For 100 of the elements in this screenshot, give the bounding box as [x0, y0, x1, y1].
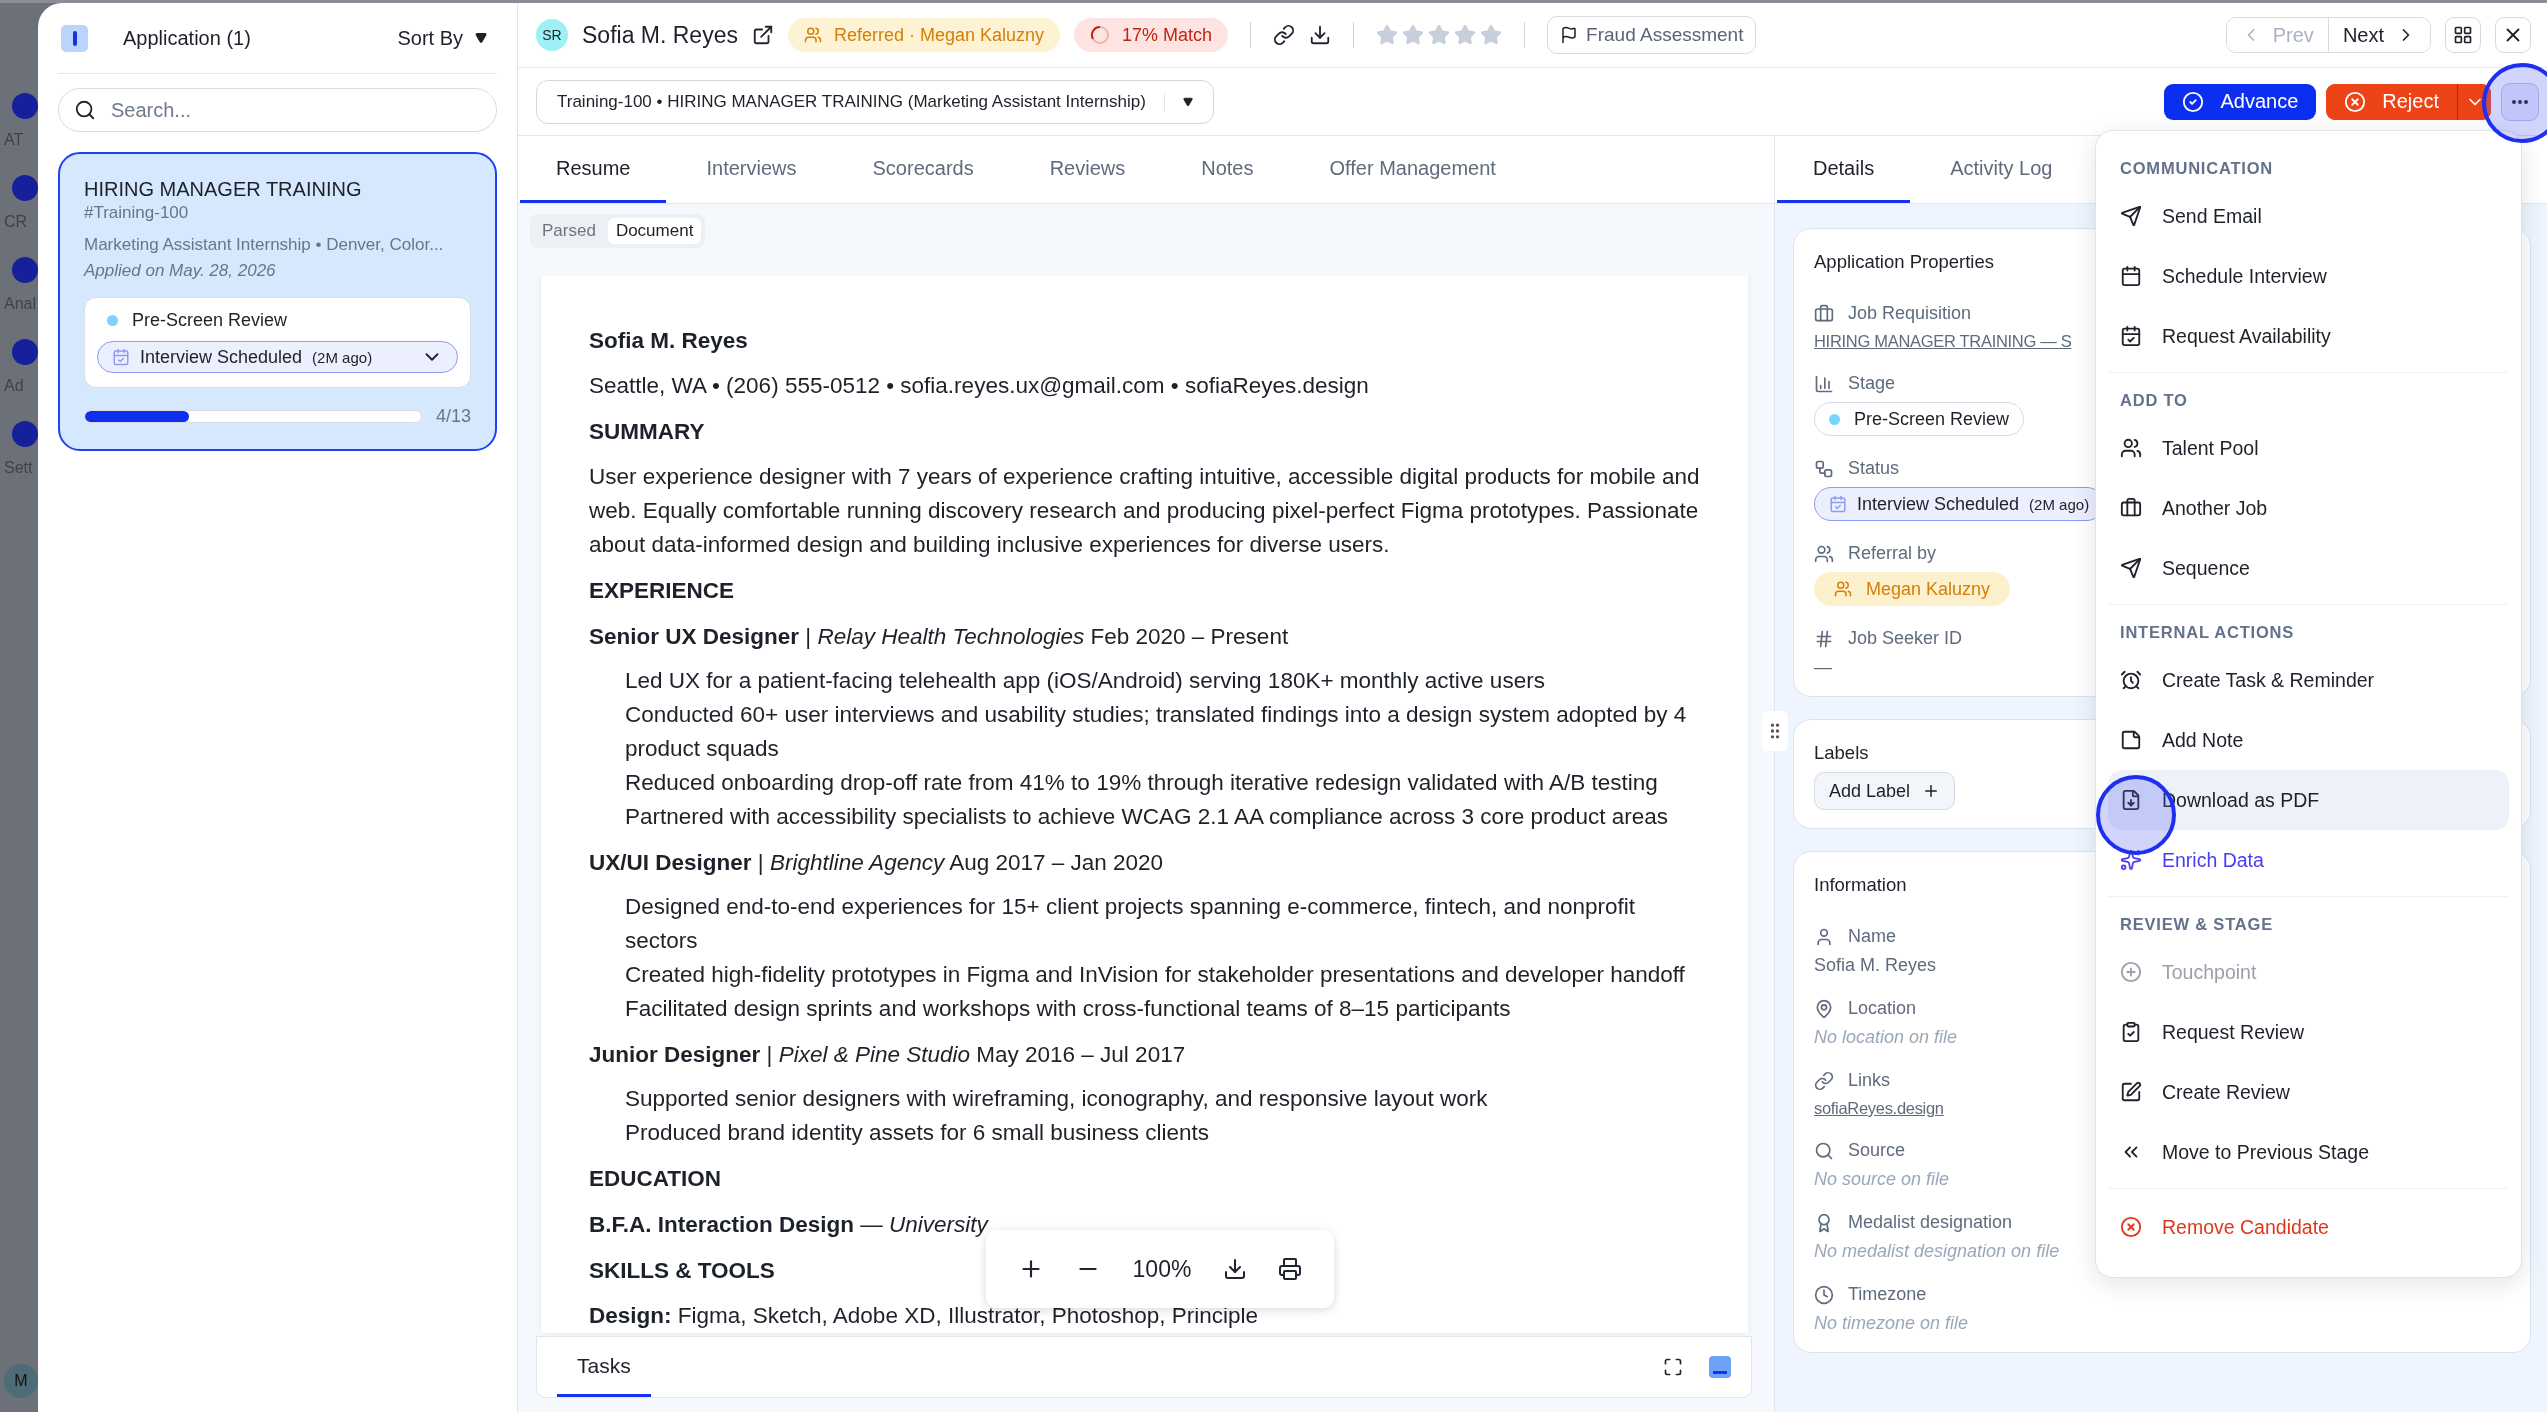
resume-bullet: Designed end-to-end experiences for 15+ client projects spanning e-commerce, fintech, and nonprofit sectors — [625, 893, 1636, 955]
briefcase-icon — [1814, 303, 1834, 324]
nav-icon[interactable] — [12, 175, 38, 201]
menu-item[interactable]: Move to Previous Stage — [2108, 1122, 2509, 1182]
x-circle-icon — [2120, 1216, 2142, 1238]
application-card[interactable]: HIRING MANAGER TRAINING #Training-100 Marketing Assistant Internship • Denver, Color... Applied on May. 28, 2026 Pre-Screen Review Interview Scheduled (2M ago) 4/13 — [58, 152, 497, 451]
tab[interactable]: Activity Log — [1914, 136, 2089, 203]
field-link[interactable]: HIRING MANAGER TRAINING — S — [1814, 332, 2072, 351]
tab[interactable]: Notes — [1165, 136, 1290, 203]
download-icon[interactable] — [1309, 24, 1332, 46]
field-value: No timezone on file — [1814, 1313, 1969, 1334]
menu-item[interactable]: Add Note — [2108, 710, 2509, 770]
next-button[interactable]: Next — [2327, 18, 2430, 52]
menu-heading: COMMUNICATION — [2119, 158, 2275, 179]
advance-button[interactable]: Advance — [2164, 83, 2317, 120]
star-icon[interactable] — [1402, 24, 1425, 46]
tab[interactable]: Offer Management — [1293, 136, 1532, 203]
field-label: Links — [1848, 1070, 1891, 1091]
menu-item[interactable]: Create Task & Reminder — [2108, 650, 2509, 710]
menu-item[interactable]: Send Email — [2108, 186, 2509, 246]
grid-button[interactable] — [2445, 17, 2481, 53]
menu-item[interactable]: Request Availability — [2108, 306, 2509, 366]
resume-bullet: Produced brand identity assets for 6 small business clients — [625, 1119, 1210, 1147]
zoom-level: 100% — [1132, 1255, 1192, 1283]
maximize-icon[interactable] — [1663, 1357, 1683, 1377]
nav-icon[interactable] — [12, 257, 38, 283]
resume-role: UX/UI Designer | Brightline Agency Aug 2017 – Jan 2020 — [589, 849, 1164, 877]
menu-item[interactable]: Another Job — [2108, 478, 2509, 538]
user-icon — [1814, 926, 1834, 947]
resume-bullet: Created high-fidelity prototypes in Figma and InVision for stakeholder presentations and developer handoff — [625, 961, 1685, 989]
menu-heading: ADD TO — [2119, 390, 2189, 411]
star-rating[interactable] — [1376, 24, 1503, 46]
applied-date: Applied on May. 28, 2026 — [84, 261, 277, 281]
clipboard-check-icon — [2120, 1021, 2142, 1043]
map-pin-icon — [1814, 998, 1834, 1019]
star-icon[interactable] — [1428, 24, 1451, 46]
job-select[interactable]: Training-100 • HIRING MANAGER TRAINING (Marketing Assistant Internship) — [536, 79, 1214, 124]
sort-button[interactable]: Sort By — [397, 26, 497, 50]
minimize-icon[interactable] — [1709, 1356, 1731, 1378]
field-label: Job Seeker ID — [1848, 628, 1963, 649]
people-icon — [1834, 580, 1852, 598]
tab[interactable]: Scorecards — [836, 136, 1010, 203]
panel-toggle-icon[interactable] — [61, 24, 88, 52]
tab[interactable]: Reviews — [1013, 136, 1162, 203]
clock-icon — [1814, 1284, 1834, 1305]
add-label-button[interactable]: Add Label — [1814, 772, 1956, 810]
star-icon[interactable] — [1376, 24, 1399, 46]
nav-icon[interactable] — [12, 93, 38, 119]
progress-reading: 4/13 — [435, 406, 471, 427]
menu-item[interactable]: Create Review — [2108, 1062, 2509, 1122]
resume-name: Sofia M. Reyes — [589, 327, 748, 355]
reject-menu-button[interactable] — [2457, 83, 2491, 120]
hash-icon — [1814, 628, 1834, 649]
link-icon[interactable] — [1273, 24, 1296, 46]
download-icon[interactable] — [1222, 1257, 1247, 1281]
print-icon[interactable] — [1278, 1257, 1303, 1281]
menu-item[interactable]: Enrich Data — [2108, 830, 2509, 890]
nav-icon[interactable] — [12, 339, 38, 365]
view-option[interactable]: Parsed — [534, 218, 604, 244]
search-icon — [74, 99, 96, 121]
field-label: Stage — [1848, 373, 1896, 394]
resize-handle[interactable] — [1762, 711, 1788, 751]
resume-heading: SKILLS & TOOLS — [589, 1257, 775, 1285]
tasks-tab[interactable]: Tasks — [557, 1337, 651, 1397]
bar-chart-icon — [1814, 373, 1834, 394]
alarm-clock-icon — [2120, 669, 2142, 691]
field-value: Sofia M. Reyes — [1814, 955, 1937, 976]
field-link[interactable]: sofiaReyes.design — [1814, 1099, 1944, 1118]
nav-icon[interactable] — [12, 421, 38, 447]
note-icon — [2120, 729, 2142, 751]
referral-pill: Megan Kaluzny — [1814, 572, 2011, 606]
menu-item[interactable]: Request Review — [2108, 1002, 2509, 1062]
fraud-assessment-button[interactable]: Fraud Assessment — [1547, 16, 1757, 54]
card-code: #Training-100 — [84, 203, 190, 223]
resume-heading: EXPERIENCE — [589, 577, 735, 605]
star-icon[interactable] — [1480, 24, 1503, 46]
resume-heading: SUMMARY — [589, 418, 705, 446]
resume-contact: Seattle, WA • (206) 555-0512 • sofia.reyes.ux@gmail.com • sofiaReyes.design — [589, 372, 1369, 400]
flag-icon — [1560, 26, 1579, 44]
match-badge: 17% Match — [1074, 18, 1229, 52]
external-link-icon[interactable] — [751, 24, 774, 46]
menu-item[interactable]: Talent Pool — [2108, 418, 2509, 478]
more-button[interactable] — [2501, 82, 2539, 121]
stage-label: Pre-Screen Review — [132, 310, 288, 331]
caret-icon — [475, 32, 487, 44]
menu-item[interactable]: Remove Candidate — [2108, 1197, 2509, 1257]
grid-icon — [2453, 25, 2473, 45]
resume-role: Junior Designer | Pixel & Pine Studio May 2016 – Jul 2017 — [589, 1041, 1186, 1069]
tab[interactable]: Details — [1777, 136, 1911, 203]
status-dropdown[interactable]: Interview Scheduled (2M ago) — [97, 341, 458, 373]
close-button[interactable] — [2495, 17, 2531, 53]
star-icon[interactable] — [1454, 24, 1477, 46]
menu-item[interactable]: Schedule Interview — [2108, 246, 2509, 306]
tab[interactable]: Interviews — [670, 136, 833, 203]
briefcase-icon — [2120, 497, 2142, 519]
stage-pill: Pre-Screen Review — [1814, 402, 2025, 436]
search-field[interactable]: Search... — [58, 88, 497, 132]
view-option[interactable]: Document — [607, 218, 702, 244]
people-icon — [2120, 437, 2142, 459]
menu-item[interactable]: Sequence — [2108, 538, 2509, 598]
